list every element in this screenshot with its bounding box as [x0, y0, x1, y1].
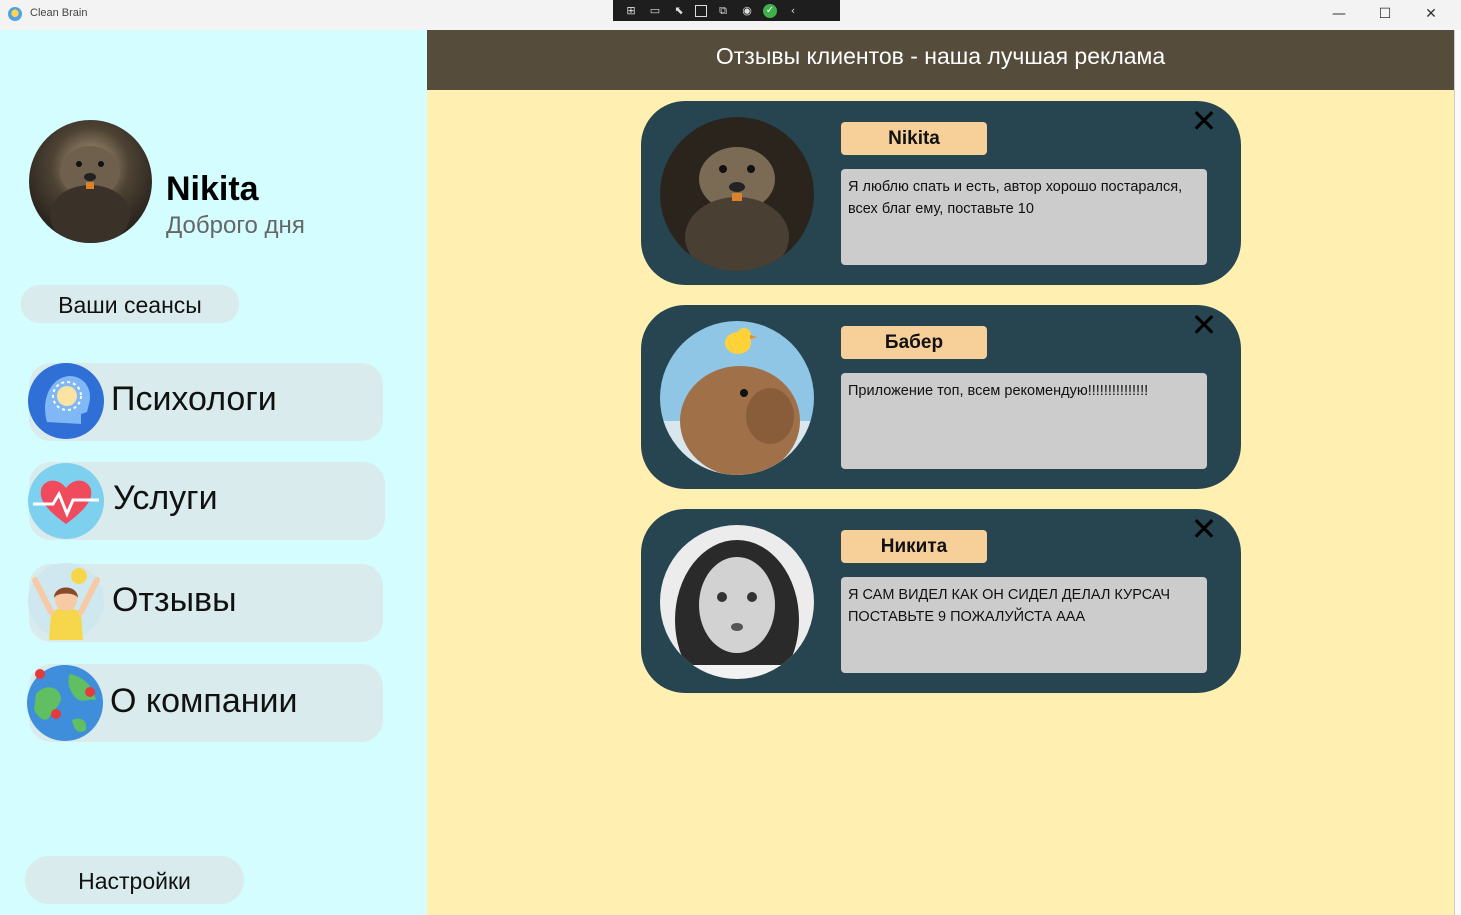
- review-card: Бабер Приложение топ, всем рекомендую!!!…: [641, 305, 1241, 489]
- review-card: Никита Я САМ ВИДЕЛ КАК ОН СИДЕЛ ДЕЛАЛ КУ…: [641, 509, 1241, 693]
- happy-person-icon: [27, 562, 105, 640]
- title-bar: Clean Brain ⊞ ▭ ⬉ ⧉ ◉ ✓ ‹ — ☐ ✕: [0, 0, 1461, 30]
- app-logo-icon: [8, 7, 22, 21]
- greeting-text: Доброго дня: [166, 212, 305, 239]
- debug-toolbar: ⊞ ▭ ⬉ ⧉ ◉ ✓ ‹: [613, 0, 840, 21]
- delete-review-button[interactable]: ✕: [1190, 309, 1218, 341]
- live-tree-icon[interactable]: ⊞: [623, 4, 639, 18]
- page-header: Отзывы клиентов - наша лучшая реклама: [427, 30, 1454, 90]
- review-author-badge: Никита: [841, 530, 987, 563]
- background-window-edge: [1454, 30, 1461, 915]
- review-card: Nikita Я люблю спать и есть, автор хорош…: [641, 101, 1241, 285]
- review-author-badge: Nikita: [841, 122, 987, 155]
- nav-psychologists-label: Психологи: [111, 380, 277, 418]
- close-window-button[interactable]: ✕: [1408, 0, 1454, 30]
- review-text: Приложение топ, всем рекомендую!!!!!!!!!…: [841, 373, 1207, 469]
- brain-head-icon: [27, 362, 105, 440]
- heartbeat-icon: [27, 462, 105, 540]
- settings-button[interactable]: Настройки: [25, 856, 244, 904]
- check-icon[interactable]: ✓: [763, 3, 777, 18]
- hot-reload-icon[interactable]: ◉: [739, 4, 755, 18]
- nav-about-company-label: О компании: [110, 682, 298, 720]
- user-name: Nikita: [166, 170, 259, 208]
- review-text: Я люблю спать и есть, автор хорошо поста…: [841, 169, 1207, 265]
- track-focus-icon[interactable]: ⧉: [715, 4, 731, 18]
- nav-reviews-label: Отзывы: [112, 581, 237, 619]
- user-avatar: [29, 120, 152, 243]
- delete-review-button[interactable]: ✕: [1190, 513, 1218, 545]
- maximize-button[interactable]: ☐: [1362, 0, 1408, 30]
- review-avatar-person: [660, 525, 814, 679]
- nav-services-label: Услуги: [113, 479, 218, 517]
- review-text: Я САМ ВИДЕЛ КАК ОН СИДЕЛ ДЕЛАЛ КУРСАЧ ПО…: [841, 577, 1207, 673]
- collapse-icon[interactable]: ‹: [785, 4, 801, 18]
- video-icon[interactable]: ▭: [647, 4, 663, 18]
- your-sessions-button[interactable]: Ваши сеансы: [21, 285, 239, 323]
- sidebar: Nikita Доброго дня Ваши сеансы Психологи…: [0, 30, 427, 915]
- display-layout-icon[interactable]: [695, 4, 707, 17]
- minimize-button[interactable]: —: [1316, 0, 1362, 30]
- review-author-badge: Бабер: [841, 326, 987, 359]
- delete-review-button[interactable]: ✕: [1190, 105, 1218, 137]
- select-element-icon[interactable]: ⬉: [671, 4, 687, 18]
- window-title: Clean Brain: [30, 7, 88, 19]
- review-avatar-capybara: [660, 321, 814, 475]
- globe-pins-icon: [26, 664, 104, 742]
- review-avatar-beaver: [660, 117, 814, 271]
